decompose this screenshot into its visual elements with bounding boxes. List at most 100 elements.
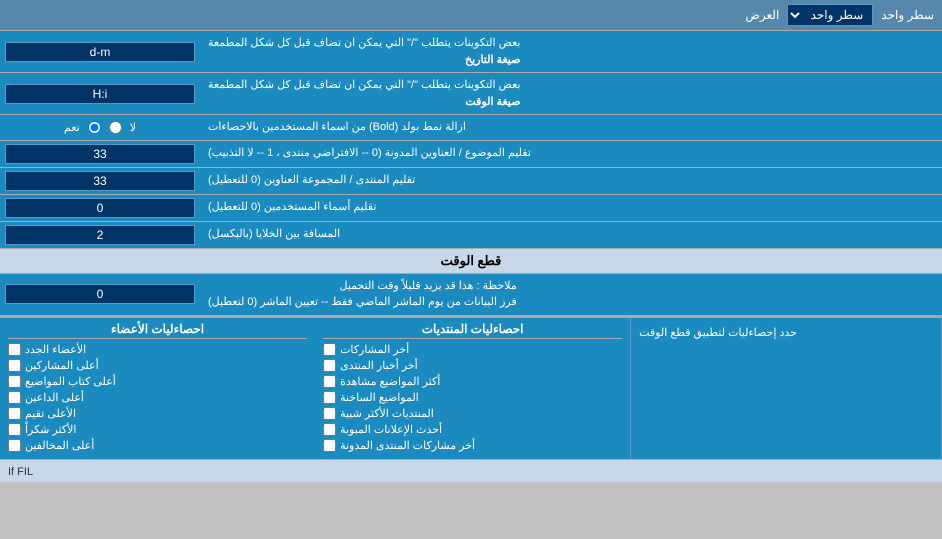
cb-member-2-label: أعلى المشاركين: [25, 359, 99, 372]
realtime-section-header: قطع الوقت: [0, 249, 942, 274]
cb-forum-7: أخر مشاركات المنتدى المدونة: [323, 439, 622, 452]
cb-forum-2-input[interactable]: [323, 359, 336, 372]
cb-forum-4-input[interactable]: [323, 391, 336, 404]
time-format-input[interactable]: [5, 84, 195, 104]
bold-remove-input-cell: لا نعم: [0, 115, 200, 140]
member-stats-title: احصاءليات الأعضاء: [8, 322, 307, 339]
radio-no-label: لا: [130, 121, 136, 134]
cb-member-2: أعلى المشاركين: [8, 359, 307, 372]
topic-title-label: تقليم الموضوع / العناوين المدونة (0 -- ا…: [200, 141, 942, 167]
cb-member-3-input[interactable]: [8, 375, 21, 388]
cb-member-6: الأكثر شكراً: [8, 423, 307, 436]
cb-forum-2: أخر أخبار المنتدى: [323, 359, 622, 372]
time-format-row: بعض التكوينات يتطلب "/" التي يمكن ان تضا…: [0, 73, 942, 115]
cell-spacing-text: المسافة بين الخلايا (بالبكسل): [208, 226, 340, 243]
forum-title-row: تقليم المنتدى / المجموعة العناوين (0 للت…: [0, 168, 942, 195]
date-format-label-sub: بعض التكوينات يتطلب "/" التي يمكن ان تضا…: [208, 37, 520, 49]
date-format-row: بعض التكوينات يتطلب "/" التي يمكن ان تضا…: [0, 31, 942, 73]
cb-member-3-label: أعلى كتاب المواضيع: [25, 375, 116, 388]
cb-forum-7-label: أخر مشاركات المنتدى المدونة: [340, 439, 475, 452]
stats-container: حدد إحصاءليات لتطبيق قطع الوقت احصاءليات…: [0, 316, 942, 459]
apply-label-col: حدد إحصاءليات لتطبيق قطع الوقت: [631, 318, 942, 459]
cb-forum-4-label: المواضيع الساخنة: [340, 391, 419, 404]
forum-title-input-cell: [0, 168, 200, 194]
cb-member-5: الأعلى تقيم: [8, 407, 307, 420]
topic-title-input[interactable]: [5, 144, 195, 164]
header-row: سطر واحد سطر واحد سطرين ثلاثة أسطر العرض: [0, 0, 942, 31]
username-trim-text: تقليم أسماء المستخدمين (0 للتعطيل): [208, 199, 376, 216]
cb-member-2-input[interactable]: [8, 359, 21, 372]
radio-yes-label: نعم: [64, 121, 80, 134]
cb-member-1: الأعضاء الجدد: [8, 343, 307, 356]
forum-title-input[interactable]: [5, 171, 195, 191]
right-label: العرض: [8, 8, 787, 22]
cb-forum-6-label: أحدث الإعلانات المبوبة: [340, 423, 442, 436]
cb-member-7: أعلى المخالفين: [8, 439, 307, 452]
cell-spacing-label: المسافة بين الخلايا (بالبكسل): [200, 222, 942, 248]
bold-radio-group: لا نعم: [64, 121, 136, 134]
apply-label-text: حدد إحصاءليات لتطبيق قطع الوقت: [639, 326, 797, 339]
cb-forum-3-input[interactable]: [323, 375, 336, 388]
cell-spacing-row: المسافة بين الخلايا (بالبكسل): [0, 222, 942, 249]
time-format-input-cell: [0, 73, 200, 114]
cb-forum-7-input[interactable]: [323, 439, 336, 452]
cb-forum-1-label: أخر المشاركات: [340, 343, 409, 356]
bold-remove-label: ازالة نمط بولد (Bold) من اسماء المستخدمي…: [200, 115, 942, 140]
bottom-bar: If FIL: [0, 459, 942, 482]
filter-days-main: فرز البيانات من يوم الماشر الماضي فقط --…: [208, 296, 517, 308]
cb-forum-1-input[interactable]: [323, 343, 336, 356]
cell-spacing-input-cell: [0, 222, 200, 248]
forum-stats-title: احصاءليات المنتديات: [323, 322, 622, 339]
forum-stats-col: احصاءليات المنتديات أخر المشاركات أخر أخ…: [315, 318, 631, 459]
cb-forum-5: المنتديات الأكثر شبية: [323, 407, 622, 420]
cb-member-4-input[interactable]: [8, 391, 21, 404]
checkboxes-outer-row: حدد إحصاءليات لتطبيق قطع الوقت احصاءليات…: [0, 317, 942, 459]
cb-member-4-label: أعلى الداعين: [25, 391, 84, 404]
date-format-label: بعض التكوينات يتطلب "/" التي يمكن ان تضا…: [200, 31, 942, 72]
member-stats-col: احصاءليات الأعضاء الأعضاء الجدد أعلى الم…: [0, 318, 315, 459]
cb-forum-5-input[interactable]: [323, 407, 336, 420]
topic-title-input-cell: [0, 141, 200, 167]
cb-member-1-input[interactable]: [8, 343, 21, 356]
cb-member-6-input[interactable]: [8, 423, 21, 436]
date-format-input[interactable]: [5, 42, 195, 62]
cb-member-1-label: الأعضاء الجدد: [25, 343, 86, 356]
date-format-input-cell: [0, 31, 200, 72]
bottom-text: If FIL: [8, 466, 33, 478]
cell-spacing-input[interactable]: [5, 225, 195, 245]
realtime-section-title: قطع الوقت: [441, 253, 502, 268]
filter-days-input-cell: [0, 274, 200, 315]
cb-forum-6-input[interactable]: [323, 423, 336, 436]
cb-forum-1: أخر المشاركات: [323, 343, 622, 356]
filter-days-input[interactable]: [5, 284, 195, 304]
cb-member-4: أعلى الداعين: [8, 391, 307, 404]
username-trim-row: تقليم أسماء المستخدمين (0 للتعطيل): [0, 195, 942, 222]
cb-member-3: أعلى كتاب المواضيع: [8, 375, 307, 388]
cb-forum-3: أكثر المواضيع مشاهدة: [323, 375, 622, 388]
line-count-select[interactable]: سطر واحد سطرين ثلاثة أسطر: [787, 4, 873, 26]
topic-title-text: تقليم الموضوع / العناوين المدونة (0 -- ا…: [208, 145, 531, 162]
bold-remove-text: ازالة نمط بولد (Bold) من اسماء المستخدمي…: [208, 119, 466, 136]
cb-member-5-label: الأعلى تقيم: [25, 407, 76, 420]
cb-member-7-label: أعلى المخالفين: [25, 439, 94, 452]
radio-no[interactable]: [109, 121, 122, 134]
filter-days-sub: ملاحظة : هذا قد يزيد قليلاً وقت التحميل: [340, 280, 517, 292]
time-format-label-sub: بعض التكوينات يتطلب "/" التي يمكن ان تضا…: [208, 79, 520, 91]
cb-member-5-input[interactable]: [8, 407, 21, 420]
cb-forum-4: المواضيع الساخنة: [323, 391, 622, 404]
cb-member-7-input[interactable]: [8, 439, 21, 452]
date-format-label-main: صيغة التاريخ: [465, 54, 520, 66]
filter-days-row: ملاحظة : هذا قد يزيد قليلاً وقت التحميل …: [0, 274, 942, 316]
cb-forum-5-label: المنتديات الأكثر شبية: [340, 407, 434, 420]
cb-forum-3-label: أكثر المواضيع مشاهدة: [340, 375, 440, 388]
cb-forum-6: أحدث الإعلانات المبوبة: [323, 423, 622, 436]
filter-days-label: ملاحظة : هذا قد يزيد قليلاً وقت التحميل …: [200, 274, 942, 315]
header-label: سطر واحد: [881, 8, 934, 22]
username-trim-input[interactable]: [5, 198, 195, 218]
cb-member-6-label: الأكثر شكراً: [25, 423, 76, 436]
username-trim-input-cell: [0, 195, 200, 221]
time-format-label-main: صيغة الوقت: [465, 96, 520, 108]
time-format-label: بعض التكوينات يتطلب "/" التي يمكن ان تضا…: [200, 73, 942, 114]
radio-yes[interactable]: [88, 121, 101, 134]
bold-remove-row: ازالة نمط بولد (Bold) من اسماء المستخدمي…: [0, 115, 942, 141]
